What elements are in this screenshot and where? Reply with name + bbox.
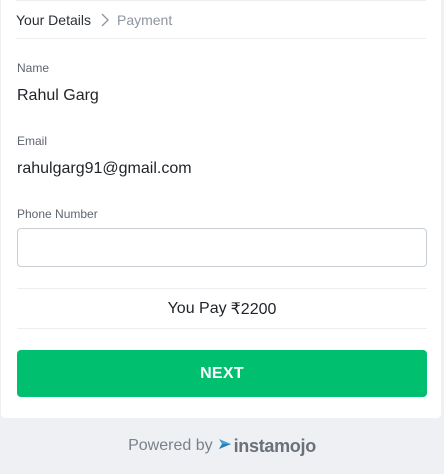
you-pay-label: You Pay [167, 299, 227, 317]
footer: Powered by instamojo [0, 418, 444, 474]
name-label: Name [17, 61, 50, 75]
name-value: Rahul Garg [17, 87, 99, 104]
chevron-right-icon [101, 13, 109, 27]
email-value: rahulgarg91@gmail.com [17, 160, 192, 177]
step-payment: Payment [116, 11, 173, 28]
instamojo-logo-icon [218, 437, 232, 456]
step-your-details[interactable]: Your Details [16, 12, 91, 28]
phone-number-input[interactable] [17, 228, 427, 267]
payment-summary: You Pay ₹2200 [17, 288, 427, 329]
brand-logo: instamojo [218, 436, 316, 457]
email-label: Email [17, 134, 48, 148]
amount-value: ₹2200 [230, 300, 277, 318]
brand-name: instamojo [233, 435, 317, 456]
phone-label: Phone Number [17, 207, 98, 221]
breadcrumb: Your Details Payment [16, 0, 426, 39]
next-button[interactable]: NEXT [17, 350, 427, 397]
powered-by-text: Powered by [128, 437, 213, 454]
checkout-card: Your Details Payment Name Rahul Garg Ema… [1, 0, 441, 418]
